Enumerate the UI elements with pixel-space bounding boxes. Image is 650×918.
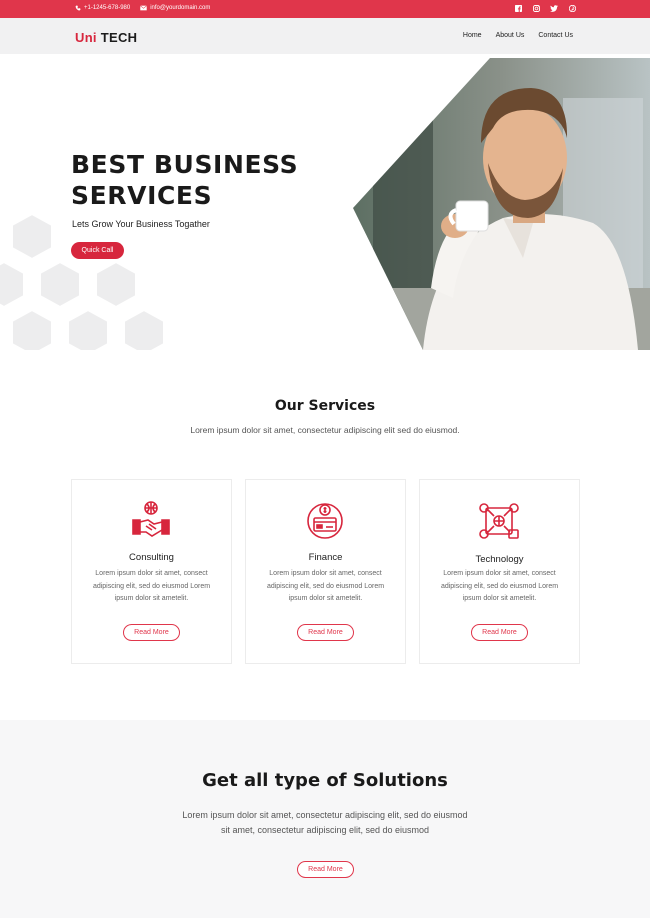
card-title: Finance <box>308 552 343 563</box>
phone-icon <box>75 5 81 11</box>
nav-link-home[interactable]: Home <box>463 32 482 39</box>
card-text-line: adipiscing elit, sed do eiusmod Lorem <box>92 582 211 590</box>
read-more-button[interactable]: Read More <box>297 624 354 641</box>
hero-photo <box>353 58 650 350</box>
nav-link-about[interactable]: About Us <box>496 32 525 39</box>
phone-text: +1-1245-678-980 <box>84 5 131 11</box>
envelope-icon <box>140 5 148 11</box>
solutions-read-more-button[interactable]: Read More <box>297 861 354 878</box>
hero-title: BEST BUSINESS SERVICES <box>71 149 331 211</box>
card-text-line: adipiscing elit, sed do eiusmod Lorem <box>266 582 385 590</box>
hero-subtitle: Lets Grow Your Business Togather <box>72 219 210 229</box>
email-text: info@yourdomain.com <box>150 5 211 11</box>
social-links <box>514 4 576 12</box>
card-text-line: Lorem ipsum dolor sit amet, consect <box>95 570 208 577</box>
card-text-line: ipsum dolor sit ametelit. <box>462 595 537 602</box>
twitter-icon[interactable] <box>550 4 558 12</box>
card-text: Lorem ipsum dolor sit amet, consect adip… <box>432 568 567 606</box>
solutions-text-line: sit amet, consectetur adipiscing elit, s… <box>220 825 430 835</box>
handshake-icon <box>132 501 170 537</box>
service-card-consulting: Consulting Lorem ipsum dolor sit amet, c… <box>71 479 232 664</box>
navbar: Uni TECH Home About Us Contact Us <box>0 18 650 54</box>
card-text-line: Lorem ipsum dolor sit amet, consect <box>443 570 556 577</box>
card-text-line: ipsum dolor sit ametelit. <box>114 595 189 602</box>
card-title: Consulting <box>129 552 174 563</box>
hero-title-line2: SERVICES <box>71 181 213 210</box>
main-nav: Home About Us Contact Us <box>463 32 573 39</box>
quick-call-button[interactable]: Quick Call <box>71 242 124 259</box>
hero-title-line1: BEST BUSINESS <box>71 150 299 179</box>
contact-info: +1-1245-678-980 info@yourdomain.com <box>75 5 210 11</box>
facebook-icon[interactable] <box>514 4 522 12</box>
finance-icon <box>307 503 343 539</box>
logo-tech: TECH <box>100 30 138 45</box>
solutions-text: Lorem ipsum dolor sit amet, consectetur … <box>0 808 650 838</box>
logo-uni: Uni <box>75 30 97 45</box>
logo[interactable]: Uni TECH <box>75 30 137 45</box>
read-more-button[interactable]: Read More <box>123 624 180 641</box>
service-card-technology: Technology Lorem ipsum dolor sit amet, c… <box>419 479 580 664</box>
solutions-text-line: Lorem ipsum dolor sit amet, consectetur … <box>182 810 468 820</box>
services-subtitle: Lorem ipsum dolor sit amet, consectetur … <box>190 425 460 435</box>
nav-link-contact[interactable]: Contact Us <box>538 32 573 39</box>
card-text-line: ipsum dolor sit ametelit. <box>288 595 363 602</box>
service-card-finance: Finance Lorem ipsum dolor sit amet, cons… <box>245 479 406 664</box>
card-text: Lorem ipsum dolor sit amet, consect adip… <box>258 568 393 606</box>
card-title: Technology <box>475 554 524 565</box>
phone-link[interactable]: +1-1245-678-980 <box>75 5 130 11</box>
technology-icon <box>479 503 519 539</box>
card-text-line: adipiscing elit, sed do eiusmod Lorem <box>440 582 559 590</box>
solutions-section: Get all type of Solutions Lorem ipsum do… <box>0 720 650 918</box>
instagram-icon[interactable] <box>532 4 540 12</box>
top-bar: +1-1245-678-980 info@yourdomain.com <box>0 0 650 18</box>
card-text: Lorem ipsum dolor sit amet, consect adip… <box>84 568 219 606</box>
read-more-button[interactable]: Read More <box>471 624 528 641</box>
hero-section: BEST BUSINESS SERVICES Lets Grow Your Bu… <box>0 54 650 350</box>
email-link[interactable]: info@yourdomain.com <box>140 5 210 11</box>
services-title: Our Services <box>274 398 376 414</box>
card-text-line: Lorem ipsum dolor sit amet, consect <box>269 570 382 577</box>
solutions-title: Get all type of Solutions <box>202 770 448 791</box>
pinterest-icon[interactable] <box>568 4 576 12</box>
